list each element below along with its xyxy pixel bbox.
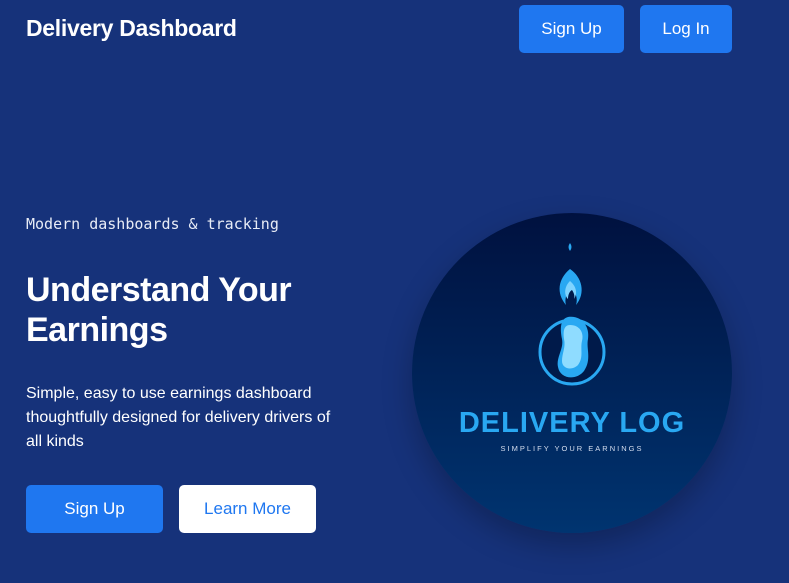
flame-icon (538, 243, 606, 386)
hero-signup-button[interactable]: Sign Up (26, 485, 163, 533)
header-login-button[interactable]: Log In (640, 5, 732, 53)
hero-tagline: Modern dashboards & tracking (26, 215, 279, 233)
learn-more-button[interactable]: Learn More (179, 485, 316, 533)
delivery-log-logo: DELIVERY LOG SIMPLIFY YOUR EARNINGS (412, 213, 732, 533)
brand-title: Delivery Dashboard (26, 15, 237, 41)
hero-description: Simple, easy to use earnings dashboard t… (26, 385, 331, 450)
logo-subtitle: SIMPLIFY YOUR EARNINGS (500, 444, 644, 453)
logo-title: DELIVERY LOG (458, 407, 686, 439)
hero-headline: Understand Your Earnings (26, 271, 292, 349)
header-signup-button[interactable]: Sign Up (519, 5, 624, 53)
